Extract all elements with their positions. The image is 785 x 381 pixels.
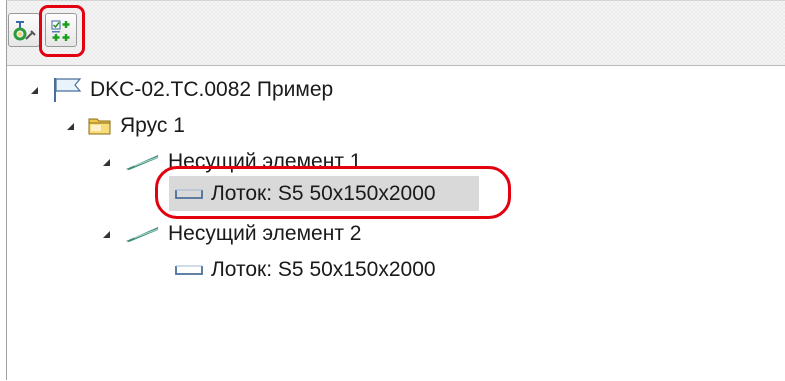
tray-icon xyxy=(175,263,203,277)
toolbar xyxy=(7,1,785,66)
pennant-icon xyxy=(124,152,160,172)
stand-wrench-icon xyxy=(13,21,36,41)
tree-node-tray[interactable]: Лоток: S5 50x150x2000 xyxy=(175,252,436,288)
structure-tool-button[interactable] xyxy=(8,13,40,47)
tree-node-label: Лоток: S5 50x150x2000 xyxy=(211,258,436,281)
tree-node-tier[interactable]: Ярус 1 xyxy=(67,108,185,144)
flag-icon xyxy=(52,77,82,103)
checkbox-add-icon xyxy=(51,20,70,41)
tree-node-label: DKC-02.TC.0082 Пример xyxy=(90,78,334,101)
tree-node-tray[interactable]: Лоток: S5 50x150x2000 xyxy=(175,176,436,212)
expand-collapse-toggle[interactable] xyxy=(31,86,38,94)
pennant-icon xyxy=(124,224,160,244)
tree-panel: DKC-02.TC.0082 Пример Ярус 1 Несущий эле… xyxy=(6,0,785,380)
folder-icon xyxy=(88,115,112,137)
expand-collapse-toggle[interactable] xyxy=(103,230,110,238)
tree-node-bearer[interactable]: Несущий элемент 2 xyxy=(103,216,361,252)
tree-node-label: Лоток: S5 50x150x2000 xyxy=(211,182,436,205)
expand-collapse-toggle[interactable] xyxy=(67,122,74,130)
tree-view: DKC-02.TC.0082 Пример Ярус 1 Несущий эле… xyxy=(7,66,785,381)
tree-node-label: Ярус 1 xyxy=(120,114,185,137)
tree-node-label: Несущий элемент 1 xyxy=(168,150,362,173)
tree-node-root[interactable]: DKC-02.TC.0082 Пример xyxy=(31,72,333,108)
tree-node-label: Несущий элемент 2 xyxy=(168,222,362,245)
tray-icon xyxy=(175,187,203,201)
add-elements-button[interactable] xyxy=(45,13,77,47)
tree-node-bearer[interactable]: Несущий элемент 1 xyxy=(103,144,361,180)
expand-collapse-toggle[interactable] xyxy=(103,158,110,166)
